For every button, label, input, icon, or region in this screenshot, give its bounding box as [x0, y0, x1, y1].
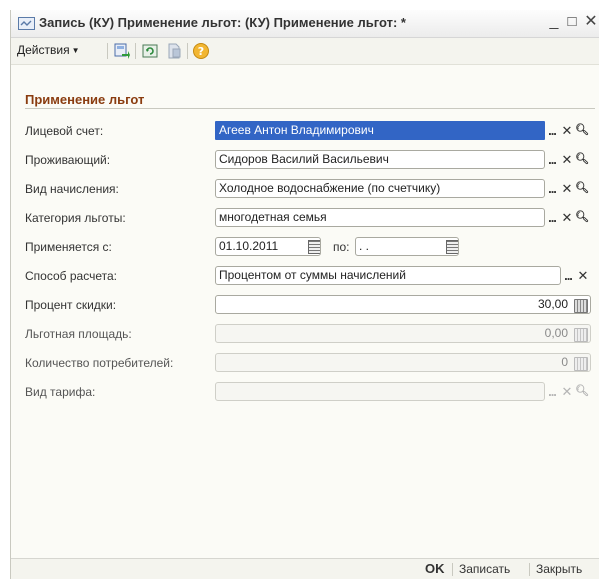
tariff-type-field — [215, 382, 545, 401]
charge-type-select-button[interactable]: ... — [545, 180, 559, 197]
calc-method-clear-icon[interactable]: ✕ — [576, 267, 590, 284]
consumers-count-label: Количество потребителей: — [25, 356, 174, 370]
date-to-value: . . — [359, 239, 370, 253]
discount-percent-label: Процент скидки: — [25, 298, 117, 312]
calc-method-label: Способ расчета: — [25, 269, 117, 283]
calculator-icon[interactable] — [574, 299, 588, 313]
calculator-icon — [574, 357, 588, 371]
document-icon[interactable] — [165, 42, 183, 60]
footer-separator — [529, 563, 530, 576]
benefit-category-field[interactable]: многодетная семья — [215, 208, 545, 227]
account-open-icon[interactable]: 🔍︎ — [575, 122, 589, 139]
toolbar-separator — [135, 43, 136, 59]
tariff-type-select-button: ... — [548, 384, 557, 399]
actions-menu[interactable]: Действия ▼ — [17, 43, 80, 57]
charge-type-buttons: ... ✕ 🔍︎ — [545, 180, 593, 197]
maximize-button[interactable]: □ — [563, 13, 581, 31]
account-label: Лицевой счет: — [25, 124, 104, 138]
actions-label: Действия — [17, 43, 70, 57]
resident-select-button[interactable]: ... — [545, 151, 559, 168]
help-icon[interactable]: ? — [192, 42, 210, 60]
calc-method-buttons: ... ✕ — [561, 267, 593, 284]
dropdown-arrow-icon: ▼ — [71, 46, 80, 55]
benefit-area-value: 0,00 — [544, 326, 568, 340]
close-form-button[interactable]: Закрыть — [536, 562, 582, 576]
benefit-category-select-button[interactable]: ... — [545, 209, 559, 226]
resident-buttons: ... ✕ 🔍︎ — [545, 151, 593, 168]
applies-from-label: Применяется с: — [25, 240, 112, 254]
calc-method-field[interactable]: Процентом от суммы начислений — [215, 266, 561, 285]
account-buttons: ... ✕ 🔍︎ — [545, 122, 593, 139]
title-bar[interactable]: Запись (КУ) Применение льгот: (КУ) Приме… — [11, 10, 599, 38]
benefit-category-open-icon[interactable]: 🔍︎ — [575, 209, 589, 226]
calculator-icon — [574, 328, 588, 342]
date-to-field[interactable]: . . — [355, 237, 459, 256]
benefit-category-buttons: ... ✕ 🔍︎ — [545, 209, 593, 226]
benefit-category-label: Категория льготы: — [25, 211, 126, 225]
tariff-type-buttons: ... ✕ 🔍︎ — [545, 383, 593, 400]
svg-text:?: ? — [198, 45, 204, 58]
close-button[interactable]: ✕ — [582, 13, 599, 31]
date-from-field[interactable]: 01.10.2011 — [215, 237, 321, 256]
resident-value: Сидоров Василий Васильевич — [219, 152, 389, 166]
charge-type-label: Вид начисления: — [25, 182, 119, 196]
charge-type-value: Холодное водоснабжение (по счетчику) — [219, 181, 441, 195]
charge-type-field[interactable]: Холодное водоснабжение (по счетчику) — [215, 179, 545, 198]
save-close-icon[interactable] — [113, 42, 131, 60]
charge-type-open-icon[interactable]: 🔍︎ — [575, 180, 589, 197]
resident-clear-icon[interactable]: ✕ — [560, 151, 574, 168]
footer-separator — [452, 563, 453, 576]
tariff-type-open-icon: 🔍︎ — [575, 385, 589, 397]
calendar-icon[interactable] — [446, 240, 458, 254]
account-select-button[interactable]: ... — [545, 122, 559, 139]
charge-type-clear-icon[interactable]: ✕ — [560, 180, 574, 197]
ok-button[interactable]: OK — [425, 561, 445, 576]
resident-open-icon[interactable]: 🔍︎ — [575, 151, 589, 168]
tariff-type-clear-icon: ✕ — [561, 384, 573, 399]
section-title: Применение льгот — [25, 92, 145, 107]
toolbar-separator — [187, 43, 188, 59]
consumers-count-field: 0 — [215, 353, 591, 372]
calc-method-value: Процентом от суммы начислений — [219, 268, 406, 282]
benefit-area-field: 0,00 — [215, 324, 591, 343]
document-window: Запись (КУ) Применение льгот: (КУ) Приме… — [10, 10, 599, 579]
account-value: Агеев Антон Владимирович — [219, 123, 374, 137]
account-field[interactable]: Агеев Антон Владимирович — [215, 121, 545, 140]
calc-method-select-button[interactable]: ... — [561, 267, 575, 284]
save-button[interactable]: Записать — [459, 562, 510, 576]
section-divider — [25, 108, 595, 109]
discount-percent-value: 30,00 — [537, 297, 568, 311]
calendar-icon[interactable] — [308, 240, 320, 254]
date-from-value: 01.10.2011 — [219, 239, 279, 253]
benefit-area-label: Льготная площадь: — [25, 327, 132, 341]
window-title: Запись (КУ) Применение льгот: (КУ) Приме… — [39, 15, 406, 30]
refresh-icon[interactable] — [141, 42, 159, 60]
minimize-button[interactable]: _ — [545, 13, 563, 31]
account-clear-icon[interactable]: ✕ — [560, 122, 574, 139]
toolbar-separator — [107, 43, 108, 59]
resident-label: Проживающий: — [25, 153, 111, 167]
form-icon — [18, 17, 35, 30]
benefit-category-value: многодетная семья — [219, 210, 327, 224]
benefit-category-clear-icon[interactable]: ✕ — [560, 209, 574, 226]
tariff-type-label: Вид тарифа: — [25, 385, 96, 399]
resident-field[interactable]: Сидоров Василий Васильевич — [215, 150, 545, 169]
toolbar: Действия ▼ ? — [11, 38, 599, 65]
consumers-count-value: 0 — [561, 355, 568, 369]
footer-bar: OK Записать Закрыть — [11, 559, 599, 579]
discount-percent-field[interactable]: 30,00 — [215, 295, 591, 314]
date-to-label: по: — [333, 240, 350, 254]
